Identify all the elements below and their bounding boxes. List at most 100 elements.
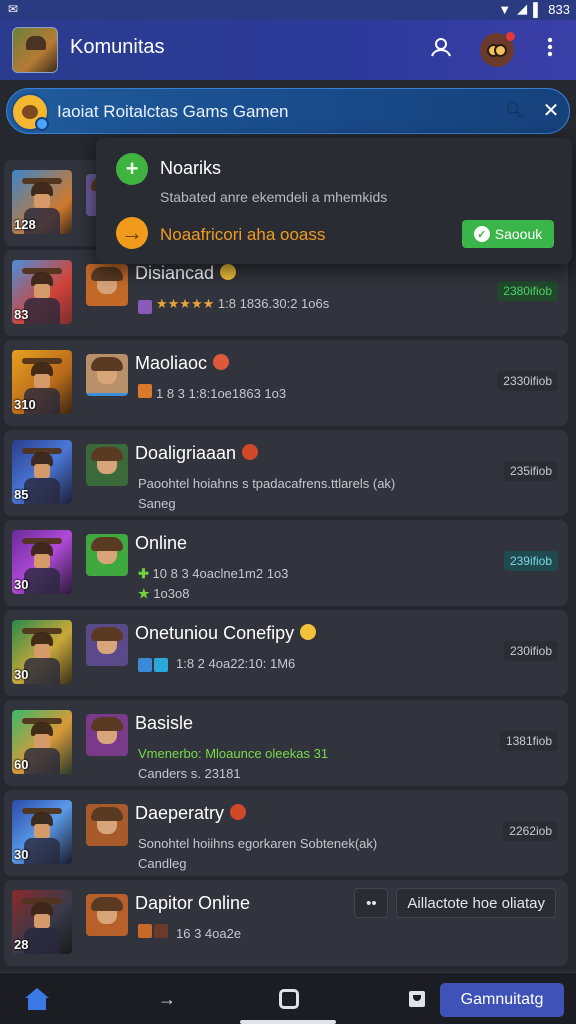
level-number: 128: [14, 217, 36, 232]
notification-popup: + Noariks Stabated anre ekemdeli a mhemk…: [96, 138, 572, 264]
list-item[interactable]: 28 Dapitor Online 16 3 4oa2e •• Aillacto…: [4, 880, 568, 966]
item-subtext: Canders s. 23181: [138, 766, 241, 781]
nav-inbox[interactable]: [402, 985, 432, 1013]
inbox-icon: [409, 991, 425, 1007]
popup-title: Noariks: [160, 158, 222, 178]
list-item[interactable]: 30 Online ✚ 10 8 3 4oaclne1m2 1o3 ★ 1o3o…: [4, 520, 568, 606]
smile-emoji-icon: [300, 624, 317, 640]
avatar: [86, 714, 128, 756]
badge-icon: [35, 117, 49, 131]
list-item[interactable]: 310 Maoliaoc 1 8 3 1:8:1oe1863 1o3 2330i…: [4, 340, 568, 426]
item-title: Onetuniou Conefipy: [135, 623, 317, 644]
list-item[interactable]: 30 Daeperatry Sonohtel hoiihns egorkaren…: [4, 790, 568, 876]
confirm-label: Saoouk: [494, 226, 543, 242]
item-meta: Paoohtel hoiahns s tpadacafrens.ttlarels…: [138, 476, 396, 491]
status-badge: 2380ifiob: [497, 281, 558, 301]
bottom-nav: → Gamnuitatg: [0, 972, 576, 1024]
page-title: Komunitas: [70, 36, 165, 58]
avatar: [86, 534, 128, 576]
list-item[interactable]: 30 Onetuniou Conefipy 1:8 2 4oa22:10: 1M…: [4, 610, 568, 696]
owl-avatar-button[interactable]: [480, 32, 515, 67]
arrow-right-icon: →: [158, 988, 176, 1009]
home-indicator: [240, 1020, 336, 1024]
game-thumbnail: 128: [12, 170, 72, 234]
mini-avatar: [138, 384, 152, 398]
item-subtext: 1o3o8: [153, 586, 190, 601]
status-bar: ✉ ▼ ◢ ▌ 833: [0, 0, 576, 20]
mini-avatar: [154, 658, 168, 672]
list-item[interactable]: 85 Doaligriaaan Paoohtel hoiahns s tpada…: [4, 430, 568, 516]
confirm-button[interactable]: ✓ Saoouk: [462, 220, 554, 248]
search-input[interactable]: Iaoiat Roitalctas Gams Gamen: [57, 102, 288, 122]
battery-icon: ▌: [533, 1, 543, 17]
item-subtext: Candleg: [138, 856, 187, 871]
game-thumbnail: 310: [12, 350, 72, 414]
check-icon: ✓: [473, 226, 490, 242]
game-thumbnail: 28: [12, 890, 72, 954]
plus-icon[interactable]: +: [116, 153, 148, 185]
mini-avatar: [138, 924, 152, 938]
item-title: Basisle: [135, 713, 194, 733]
star-icon: ★: [138, 586, 150, 601]
badge-emoji-icon: [213, 354, 230, 370]
list-item[interactable]: 60 Basisle Vmenerbo: Mloaunce oleekas 31…: [4, 700, 568, 786]
item-title: Disiancad: [135, 263, 237, 284]
search-bar[interactable]: Iaoiat Roitalctas Gams Gamen 🔍︎ ✕: [6, 88, 570, 134]
level-number: 83: [14, 307, 29, 322]
game-thumbnail: 60: [12, 710, 72, 774]
action-button[interactable]: Aillactote hoe oliatay: [396, 888, 556, 918]
status-badge: 1381fiob: [499, 731, 558, 751]
notification-icon: ✉: [8, 2, 19, 16]
status-badge: 2330ifiob: [497, 371, 558, 391]
level-number: 30: [14, 667, 29, 682]
item-title: Online: [135, 533, 188, 553]
game-thumbnail: 30: [12, 620, 72, 684]
badge-emoji-icon: [230, 804, 247, 820]
search-icon[interactable]: 🔍︎: [505, 101, 525, 121]
mini-avatar: [138, 658, 152, 672]
status-badge: 239ifiob: [503, 551, 558, 571]
level-number: 310: [14, 397, 36, 412]
rating-stars: ★★★★★: [156, 296, 215, 311]
level-number: 28: [14, 937, 29, 952]
item-title: Daeperatry: [135, 803, 247, 824]
status-badge: 235ifiob: [503, 461, 558, 481]
nav-overview[interactable]: [274, 985, 304, 1013]
game-thumbnail: 83: [12, 260, 72, 324]
mini-avatar: [138, 300, 152, 314]
community-avatar[interactable]: [12, 27, 58, 73]
nav-home[interactable]: [22, 985, 52, 1013]
item-title: Doaligriaaan: [135, 443, 259, 464]
popup-subtitle: Stabated anre ekemdeli a mhemkids: [160, 189, 388, 205]
avatar: [86, 804, 128, 846]
avatar: [86, 354, 128, 396]
game-thumbnail: 30: [12, 800, 72, 864]
level-number: 85: [14, 487, 29, 502]
more-vert-icon: [547, 37, 553, 63]
square-icon: [279, 989, 299, 1009]
account-button[interactable]: [425, 34, 457, 66]
more-menu-button[interactable]: [534, 34, 566, 66]
mini-avatar: [154, 924, 168, 938]
status-time: 833: [548, 1, 570, 17]
person-icon: [429, 35, 453, 65]
nav-forward[interactable]: →: [152, 985, 182, 1013]
game-thumbnail: 30: [12, 530, 72, 594]
status-icons: ▼ ◢ ▌ 833: [498, 1, 570, 17]
popup-warning[interactable]: Noaafricori aha ooass: [160, 225, 325, 245]
primary-button[interactable]: Gamnuitatg: [440, 983, 564, 1017]
item-meta: 10 8 3 4oaclne1m2 1o3: [152, 566, 289, 581]
avatar: [86, 264, 128, 306]
level-number: 30: [14, 577, 29, 592]
arrow-icon[interactable]: →: [116, 217, 148, 249]
badge-emoji-icon: [242, 444, 259, 460]
item-meta: 1 8 3 1:8:1oe1863 1o3: [156, 386, 287, 401]
more-small-button[interactable]: ••: [354, 888, 389, 918]
home-icon: [25, 988, 49, 1010]
item-meta: Vmenerbo: Mloaunce oleekas 31: [138, 746, 329, 761]
item-meta: Sonohtel hoiihns egorkaren Sobtenek(ak): [138, 836, 378, 851]
signal-icon: ◢: [517, 1, 528, 16]
close-icon[interactable]: ✕: [539, 98, 563, 123]
avatar: [86, 624, 128, 666]
item-meta: 1:8 1836.30:2 1o6s: [217, 296, 330, 311]
